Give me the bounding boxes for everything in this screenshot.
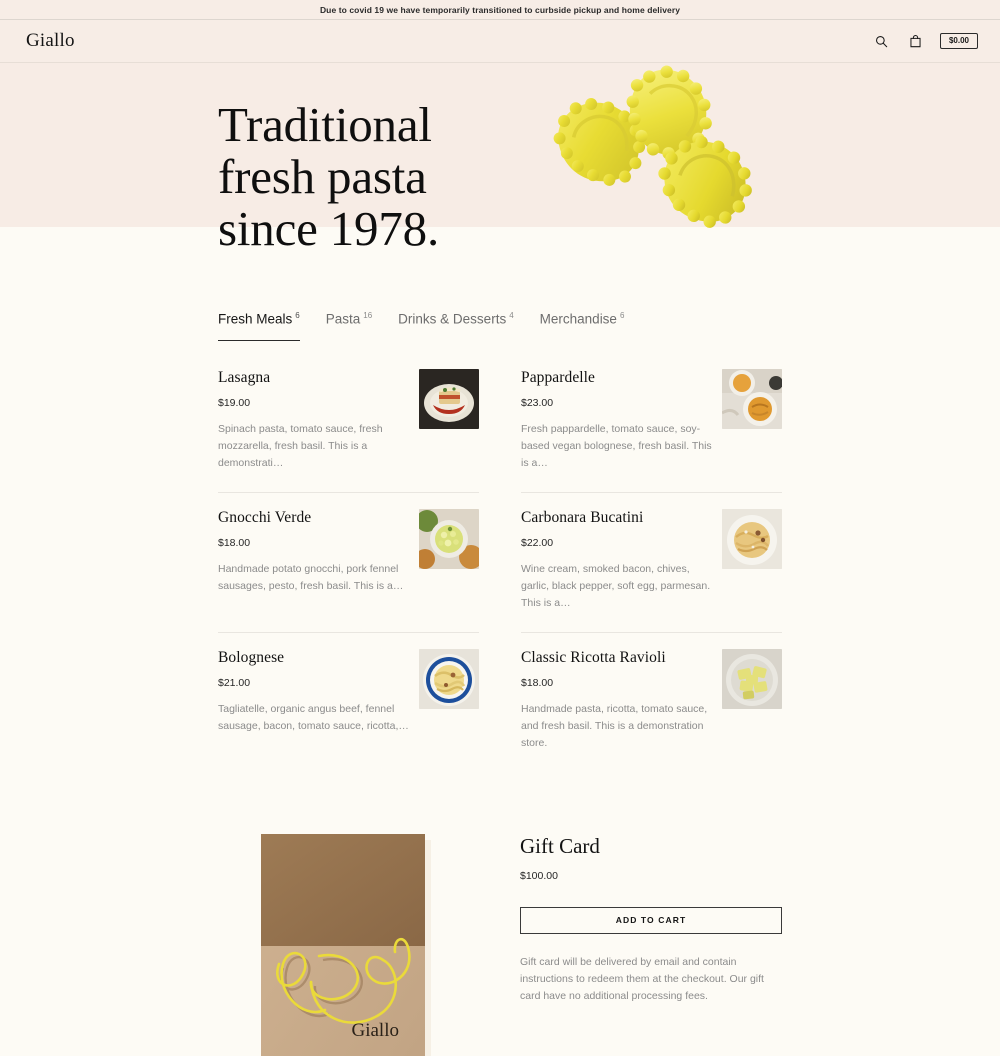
- tab-count: 6: [295, 311, 300, 320]
- product-description: Wine cream, smoked bacon, chives, garlic…: [521, 562, 711, 609]
- gift-card-price: $100.00: [520, 869, 558, 882]
- search-icon[interactable]: [872, 31, 892, 51]
- product-thumbnail-lasagna: [419, 368, 479, 429]
- gift-card-title: Gift Card: [520, 833, 600, 858]
- cart-total-button[interactable]: $0.00: [939, 33, 978, 49]
- product-card[interactable]: Carbonara Bucatini $22.00 Wine cream, sm…: [521, 493, 782, 633]
- tab-active-underline: [218, 339, 300, 341]
- gift-card-image: Giallo: [218, 828, 478, 1056]
- gift-card-note: Gift card will be delivered by email and…: [520, 955, 764, 1002]
- product-thumbnail-ravioli: [722, 648, 782, 709]
- product-info: Pappardelle $23.00 Fresh pappardelle, to…: [521, 367, 722, 472]
- product-info: Gnocchi Verde $18.00 Handmade potato gno…: [218, 507, 419, 595]
- product-info: Bolognese $21.00 Tagliatelle, organic an…: [218, 647, 419, 735]
- announcement-text: Due to covid 19 we have temporarily tran…: [319, 4, 681, 15]
- product-price: $18.00: [218, 536, 251, 549]
- product-description: Spinach pasta, tomato sauce, fresh mozza…: [218, 422, 383, 469]
- product-title: Gnocchi Verde: [218, 508, 312, 526]
- product-card[interactable]: Bolognese $21.00 Tagliatelle, organic an…: [218, 633, 479, 772]
- product-info: Lasagna $19.00 Spinach pasta, tomato sau…: [218, 367, 419, 472]
- site-header: Giallo $0.00: [0, 20, 1000, 63]
- gift-card-brand: Giallo: [352, 1020, 400, 1041]
- tab-label: Fresh Meals: [218, 311, 293, 327]
- product-title: Lasagna: [218, 368, 271, 386]
- product-title: Classic Ricotta Ravioli: [521, 648, 666, 666]
- product-price: $21.00: [218, 676, 251, 689]
- shopping-bag-icon[interactable]: [906, 31, 926, 51]
- tab-merchandise[interactable]: Merchandise 6: [540, 311, 651, 341]
- hero-banner: Traditional fresh pasta since 1978.: [0, 63, 1000, 254]
- announcement-bar: Due to covid 19 we have temporarily tran…: [0, 0, 1000, 20]
- product-description: Handmade potato gnocchi, pork fennel sau…: [218, 562, 404, 592]
- hero-title: Traditional fresh pasta since 1978.: [218, 97, 440, 256]
- product-thumbnail-gnocchi: [419, 508, 479, 569]
- tab-label: Merchandise: [539, 311, 617, 327]
- product-thumbnail-carbonara: [722, 508, 782, 569]
- header-actions: $0.00: [872, 31, 978, 51]
- tab-label: Pasta: [325, 311, 361, 327]
- product-card[interactable]: Gnocchi Verde $18.00 Handmade potato gno…: [218, 493, 479, 633]
- tab-pasta[interactable]: Pasta 16: [326, 311, 398, 341]
- product-thumbnail-bolognese: [419, 648, 479, 709]
- tab-fresh-meals[interactable]: Fresh Meals 6: [218, 311, 326, 341]
- product-card[interactable]: Classic Ricotta Ravioli $18.00 Handmade …: [521, 633, 782, 772]
- product-title: Bolognese: [218, 648, 285, 666]
- product-price: $23.00: [521, 396, 554, 409]
- product-description: Fresh pappardelle, tomato sauce, soy-bas…: [521, 422, 712, 469]
- tab-count: 6: [619, 311, 625, 320]
- product-info: Classic Ricotta Ravioli $18.00 Handmade …: [521, 647, 722, 752]
- storefront-page: Due to covid 19 we have temporarily tran…: [0, 0, 1000, 1056]
- add-to-cart-button[interactable]: ADD TO CART: [520, 906, 782, 934]
- site-logo[interactable]: Giallo: [26, 30, 75, 52]
- product-description: Handmade pasta, ricotta, tomato sauce, a…: [521, 702, 708, 749]
- tab-label: Drinks & Desserts: [398, 311, 507, 327]
- product-title: Pappardelle: [521, 368, 596, 386]
- product-card[interactable]: Lasagna $19.00 Spinach pasta, tomato sau…: [218, 353, 479, 493]
- product-info: Carbonara Bucatini $22.00 Wine cream, sm…: [521, 507, 722, 612]
- gift-card-section: Giallo Gift Card $100.00 ADD TO CART Gif…: [0, 828, 1000, 1056]
- ravioli-hero-image: [528, 53, 796, 253]
- category-tabs: Fresh Meals 6 Pasta 16 Drinks & Desserts 4 …: [0, 311, 1000, 341]
- product-description: Tagliatelle, organic angus beef, fennel …: [218, 702, 409, 732]
- product-grid: Lasagna $19.00 Spinach pasta, tomato sau…: [0, 353, 1000, 772]
- product-price: $19.00: [218, 396, 251, 409]
- product-thumbnail-pappardelle: [722, 368, 782, 429]
- gift-card-details: Gift Card $100.00 ADD TO CART Gift card …: [520, 828, 782, 1056]
- product-title: Carbonara Bucatini: [521, 508, 644, 526]
- product-price: $18.00: [521, 676, 554, 689]
- product-price: $22.00: [521, 536, 554, 549]
- tab-count: 4: [509, 311, 514, 320]
- tab-count: 16: [363, 311, 373, 320]
- product-card[interactable]: Pappardelle $23.00 Fresh pappardelle, to…: [521, 353, 782, 493]
- tab-drinks-desserts[interactable]: Drinks & Desserts 4: [398, 311, 539, 341]
